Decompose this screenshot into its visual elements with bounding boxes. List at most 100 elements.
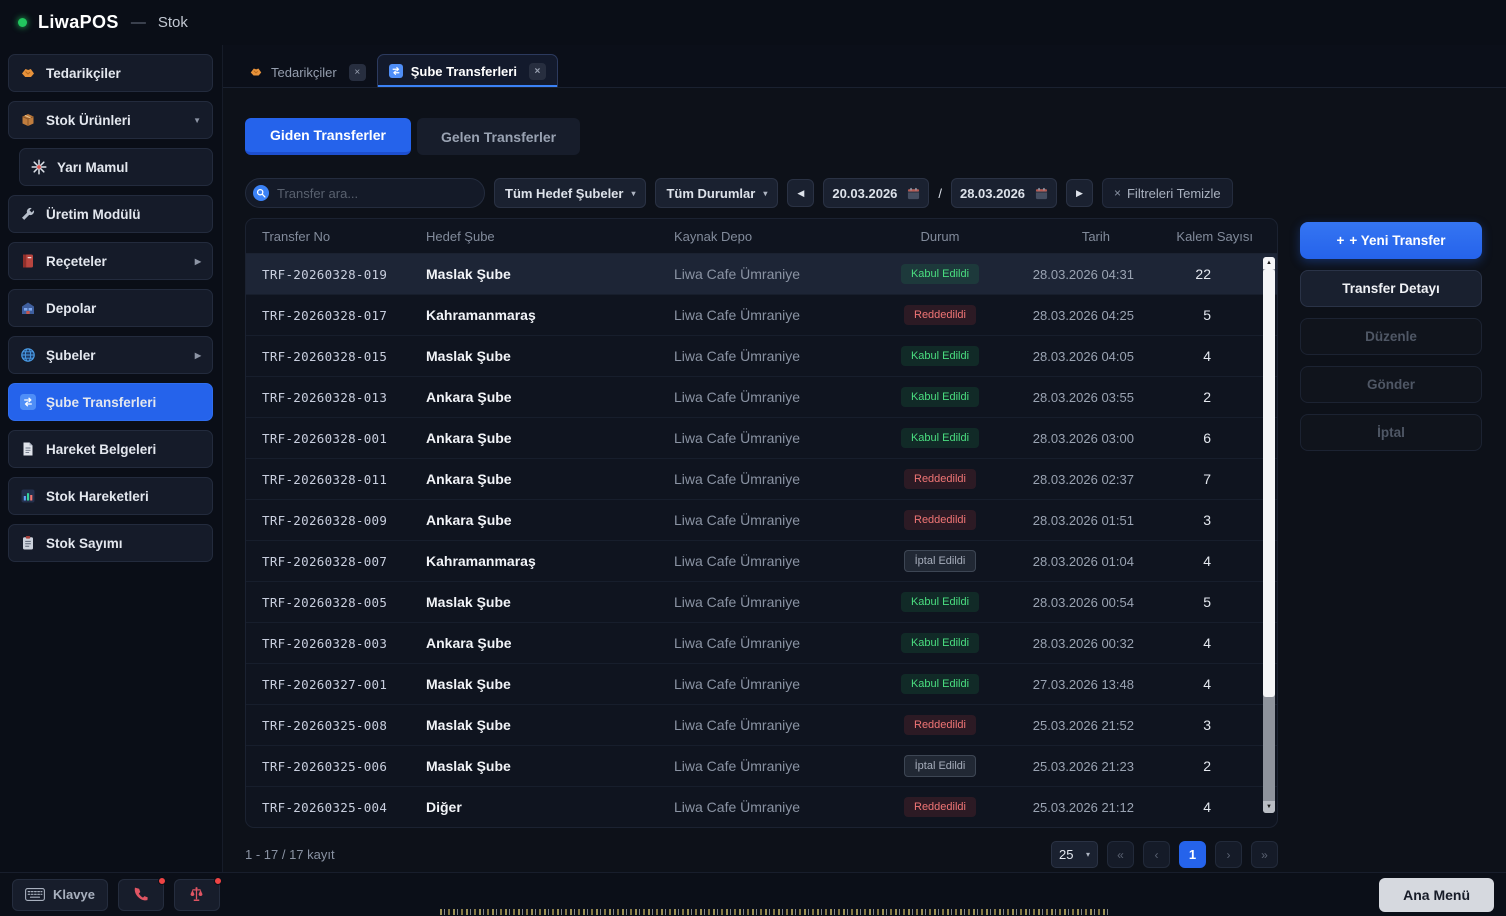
dest-branch-cell: Maslak Şube [426, 758, 674, 774]
sidebar-item-stok-hareketleri[interactable]: Stok Hareketleri [8, 477, 213, 515]
cancel-button[interactable]: İptal [1300, 414, 1482, 451]
search-icon [253, 185, 269, 201]
close-tab-icon[interactable]: × [529, 63, 546, 80]
date-from-input[interactable]: 20.03.2026 [823, 178, 929, 208]
sidebar-item-sube-transferleri[interactable]: Şube Transferleri [8, 383, 213, 421]
sidebar-item-depolar[interactable]: Depolar [8, 289, 213, 327]
new-transfer-label: + Yeni Transfer [1349, 233, 1445, 248]
column-header: Hedef Şube [426, 229, 674, 244]
chevron-down-icon: ▾ [1086, 850, 1090, 859]
column-header: Tarih [996, 229, 1152, 244]
status-select[interactable]: Tüm Durumlar ▾ [655, 178, 778, 208]
column-header: Kalem Sayısı [1152, 229, 1277, 244]
keyboard-label: Klavye [53, 887, 95, 902]
sidebar-item-hareket-belgeleri[interactable]: Hareket Belgeleri [8, 430, 213, 468]
source-depot-cell: Liwa Cafe Ümraniye [674, 266, 884, 282]
date-from-value: 20.03.2026 [832, 186, 897, 201]
date-prev-button[interactable]: ◀ [787, 179, 814, 207]
clear-filters-button[interactable]: × Filtreleri Temizle [1102, 178, 1233, 208]
source-depot-cell: Liwa Cafe Ümraniye [674, 430, 884, 446]
tab-label: Şube Transferleri [411, 64, 517, 79]
dest-branch-cell: Maslak Şube [426, 266, 674, 282]
table-row[interactable]: TRF-20260328-009 Ankara Şube Liwa Cafe Ü… [246, 500, 1277, 541]
table-row[interactable]: TRF-20260325-008 Maslak Şube Liwa Cafe Ü… [246, 705, 1277, 746]
close-tab-icon[interactable]: × [349, 64, 366, 81]
sidebar-item-receteler[interactable]: Reçeteler ▶ [8, 242, 213, 280]
search-box[interactable] [245, 178, 485, 208]
scroll-down-icon[interactable]: ▼ [1263, 801, 1275, 813]
table-scrollbar[interactable]: ▲ ▼ [1263, 257, 1275, 813]
table-row[interactable]: TRF-20260328-007 Kahramanmaraş Liwa Cafe… [246, 541, 1277, 582]
table-row[interactable]: TRF-20260328-003 Ankara Şube Liwa Cafe Ü… [246, 623, 1277, 664]
table-row[interactable]: TRF-20260328-015 Maslak Şube Liwa Cafe Ü… [246, 336, 1277, 377]
next-page-button[interactable]: › [1215, 841, 1242, 868]
status-cell: Reddedildi [884, 305, 996, 325]
transfer-no-cell: TRF-20260328-017 [262, 308, 426, 323]
chevron-icon: ▶ [195, 351, 201, 360]
table-row[interactable]: TRF-20260325-004 Diğer Liwa Cafe Ümraniy… [246, 787, 1277, 827]
table-row[interactable]: TRF-20260328-019 Maslak Şube Liwa Cafe Ü… [246, 254, 1277, 295]
sidebar-item-stok-urunleri[interactable]: Stok Ürünleri ▼ [8, 101, 213, 139]
date-next-button[interactable]: ▶ [1066, 179, 1093, 207]
sidebar-item-label: Reçeteler [46, 254, 185, 269]
content: Giden Transferler Gelen Transferler Tüm … [223, 88, 1506, 872]
sidebar-item-subeler[interactable]: Şubeler ▶ [8, 336, 213, 374]
transfer-detail-button[interactable]: Transfer Detayı [1300, 270, 1482, 307]
tab-tedarikciler[interactable]: Tedarikçiler × [238, 57, 377, 87]
keyboard-button[interactable]: Klavye [12, 879, 108, 911]
date-cell: 28.03.2026 04:31 [996, 267, 1152, 282]
dest-branch-cell: Maslak Şube [426, 594, 674, 610]
current-page-button[interactable]: 1 [1179, 841, 1206, 868]
status-badge: Kabul Edildi [901, 592, 979, 612]
edit-button[interactable]: Düzenle [1300, 318, 1482, 355]
incoming-transfers-tab[interactable]: Gelen Transferler [417, 118, 580, 155]
status-badge: İptal Edildi [904, 550, 977, 572]
item-count-cell: 4 [1152, 348, 1277, 364]
table-row[interactable]: TRF-20260327-001 Maslak Şube Liwa Cafe Ü… [246, 664, 1277, 705]
chevron-icon: ▼ [193, 116, 201, 125]
date-cell: 28.03.2026 01:51 [996, 513, 1152, 528]
chevron-down-icon: ▾ [631, 189, 635, 198]
column-header: Durum [884, 229, 996, 244]
dest-branch-cell: Maslak Şube [426, 717, 674, 733]
last-page-button[interactable]: » [1251, 841, 1278, 868]
table-row[interactable]: TRF-20260328-011 Ankara Şube Liwa Cafe Ü… [246, 459, 1277, 500]
layout: Tedarikçiler Stok Ürünleri ▼ Yarı Mamul … [0, 45, 1506, 872]
sidebar-item-uretim-modulu[interactable]: Üretim Modülü [8, 195, 213, 233]
bottom-bar: Klavye Ana Menü [0, 872, 1506, 916]
date-to-input[interactable]: 28.03.2026 [951, 178, 1057, 208]
transfer-no-cell: TRF-20260328-015 [262, 349, 426, 364]
prev-page-button[interactable]: ‹ [1143, 841, 1170, 868]
item-count-cell: 5 [1152, 307, 1277, 323]
dest-branch-select[interactable]: Tüm Hedef Şubeler ▾ [494, 178, 646, 208]
table-row[interactable]: TRF-20260328-013 Ankara Şube Liwa Cafe Ü… [246, 377, 1277, 418]
scrollbar-thumb[interactable] [1263, 269, 1275, 697]
search-input[interactable] [277, 186, 477, 201]
table-footer: 1 - 17 / 17 kayıt 25 ▾ « ‹ 1 › » [245, 841, 1278, 868]
table-row[interactable]: TRF-20260328-017 Kahramanmaraş Liwa Cafe… [246, 295, 1277, 336]
sidebar-item-stok-sayimi[interactable]: Stok Sayımı [8, 524, 213, 562]
main-menu-button[interactable]: Ana Menü [1379, 878, 1494, 912]
column-header: Kaynak Depo [674, 229, 884, 244]
date-cell: 28.03.2026 03:00 [996, 431, 1152, 446]
table-body: TRF-20260328-019 Maslak Şube Liwa Cafe Ü… [246, 254, 1277, 827]
sidebar-item-yari-mamul[interactable]: Yarı Mamul [19, 148, 213, 186]
phone-button[interactable] [118, 879, 164, 911]
pagination: 25 ▾ « ‹ 1 › » [1051, 841, 1278, 868]
first-page-button[interactable]: « [1107, 841, 1134, 868]
scales-button[interactable] [174, 879, 220, 911]
new-transfer-button[interactable]: + + Yeni Transfer [1300, 222, 1482, 259]
table-row[interactable]: TRF-20260328-005 Maslak Şube Liwa Cafe Ü… [246, 582, 1277, 623]
sidebar-item-label: Stok Ürünleri [46, 113, 183, 128]
scroll-up-icon[interactable]: ▲ [1263, 257, 1275, 269]
outgoing-transfers-tab[interactable]: Giden Transferler [245, 118, 411, 155]
sidebar-item-tedarikciler[interactable]: Tedarikçiler [8, 54, 213, 92]
table-row[interactable]: TRF-20260325-006 Maslak Şube Liwa Cafe Ü… [246, 746, 1277, 787]
action-panel: + + Yeni Transfer Transfer Detayı Düzenl… [1300, 222, 1482, 451]
tab-sube-transferleri[interactable]: Şube Transferleri × [377, 54, 558, 87]
date-separator: / [938, 186, 942, 201]
table-row[interactable]: TRF-20260328-001 Ankara Şube Liwa Cafe Ü… [246, 418, 1277, 459]
page-size-select[interactable]: 25 ▾ [1051, 841, 1098, 868]
status-badge: Kabul Edildi [901, 633, 979, 653]
send-button[interactable]: Gönder [1300, 366, 1482, 403]
